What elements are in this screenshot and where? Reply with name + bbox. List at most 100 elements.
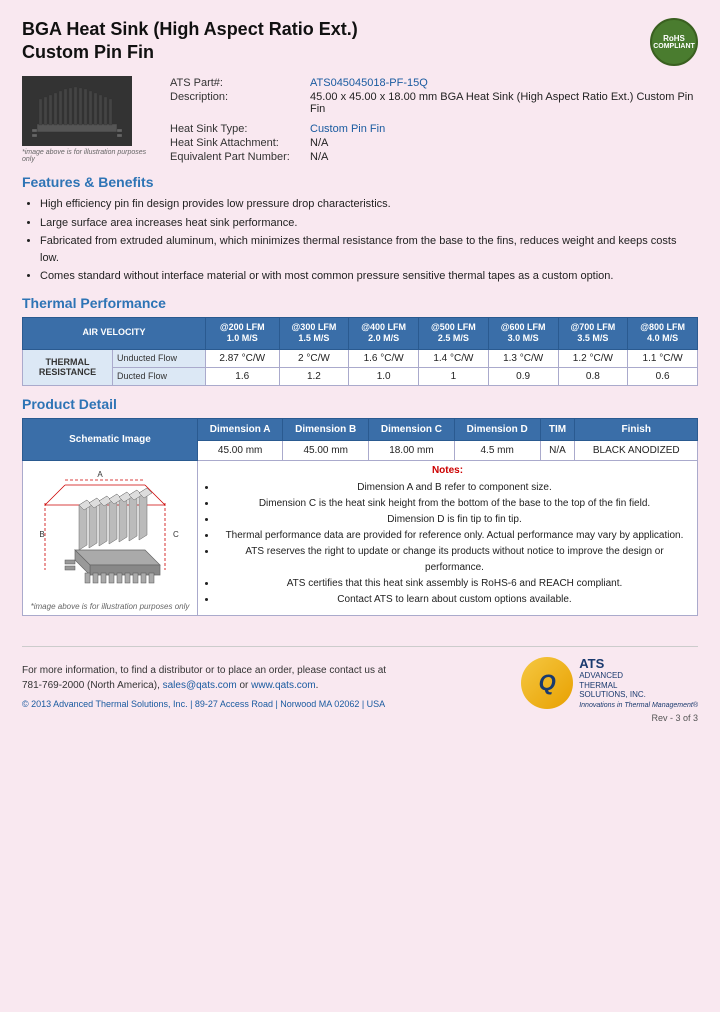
ats-tagline: Innovations in Thermal Management®: [579, 702, 698, 709]
page-number: Rev - 3 of 3: [22, 713, 698, 723]
attachment-value: N/A: [306, 136, 698, 150]
title-line2: Custom Pin Fin: [22, 42, 154, 62]
schematic-image-cell: A B C: [23, 460, 198, 615]
email-link[interactable]: sales@qats.com: [163, 680, 237, 691]
col6-header: @700 LFM3.5 M/S: [558, 317, 628, 349]
description-value: 45.00 x 45.00 x 18.00 mm BGA Heat Sink (…: [306, 90, 698, 116]
unducted-val6: 1.2 °C/W: [558, 349, 628, 367]
dim-d-header: Dimension D: [454, 418, 540, 440]
ats-logo: Q ATS ADVANCEDTHERMALSOLUTIONS, INC. Inn…: [521, 657, 698, 709]
note-item: Contact ATS to learn about custom option…: [217, 592, 692, 608]
attachment-label: Heat Sink Attachment:: [166, 136, 306, 150]
product-image-box: *image above is for illustration purpose…: [22, 76, 152, 164]
product-image: [22, 76, 132, 146]
product-details: ATS Part#: ATS045045018-PF-15Q Descripti…: [166, 76, 698, 164]
ats-logo-circle: Q: [521, 657, 573, 709]
col1-header: @200 LFM1.0 M/S: [205, 317, 279, 349]
product-title: BGA Heat Sink (High Aspect Ratio Ext.) C…: [22, 18, 358, 65]
features-title: Features & Benefits: [22, 174, 698, 190]
ducted-val5: 0.9: [488, 367, 558, 385]
footer-section: For more information, to find a distribu…: [22, 657, 698, 709]
unducted-val1: 2.87 °C/W: [205, 349, 279, 367]
ducted-label: Ducted Flow: [113, 367, 206, 385]
ducted-val2: 1.2: [279, 367, 349, 385]
col2-header: @300 LFM1.5 M/S: [279, 317, 349, 349]
finish-header: Finish: [575, 418, 698, 440]
dim-a-header: Dimension A: [198, 418, 283, 440]
finish-value: BLACK ANODIZED: [575, 440, 698, 460]
note-item: Dimension D is fin tip to fin tip.: [217, 512, 692, 528]
thermal-resistance-label: THERMAL RESISTANCE: [23, 349, 113, 385]
heat-sink-type-label: Heat Sink Type:: [166, 122, 306, 136]
svg-text:A: A: [97, 470, 103, 479]
feature-item: Large surface area increases heat sink p…: [40, 215, 698, 232]
ats-company-name: ATS: [579, 657, 698, 671]
ats-logo-text: ATS ADVANCEDTHERMALSOLUTIONS, INC. Innov…: [579, 657, 698, 709]
unducted-val3: 1.6 °C/W: [349, 349, 419, 367]
feature-item: Comes standard without interface materia…: [40, 268, 698, 285]
notes-list: Dimension A and B refer to component siz…: [217, 480, 692, 608]
tim-header: TIM: [540, 418, 575, 440]
part-number: ATS045045018-PF-15Q: [306, 76, 698, 90]
note-item: Dimension C is the heat sink height from…: [217, 496, 692, 512]
unducted-label: Unducted Flow: [113, 349, 206, 367]
dim-a-value: 45.00 mm: [198, 440, 283, 460]
image-caption: *image above is for illustration purpose…: [22, 149, 152, 163]
website-link[interactable]: www.qats.com: [251, 680, 315, 691]
schematic-col-header: Schematic Image: [23, 418, 198, 460]
ducted-val1: 1.6: [205, 367, 279, 385]
product-info-section: *image above is for illustration purpose…: [22, 76, 698, 164]
description-label: Description:: [166, 90, 306, 116]
schematic-caption: *image above is for illustration purpose…: [28, 602, 192, 611]
thermal-performance-title: Thermal Performance: [22, 295, 698, 311]
part-label: ATS Part#:: [166, 76, 306, 90]
dim-d-value: 4.5 mm: [454, 440, 540, 460]
footer-contact-text: For more information, to find a distribu…: [22, 663, 386, 693]
svg-text:B: B: [39, 530, 44, 539]
notes-cell: Notes: Dimension A and B refer to compon…: [198, 460, 698, 615]
equiv-part-value: N/A: [306, 150, 698, 164]
ats-company-full: ADVANCEDTHERMALSOLUTIONS, INC.: [579, 671, 698, 700]
col7-header: @800 LFM4.0 M/S: [628, 317, 698, 349]
ducted-val7: 0.6: [628, 367, 698, 385]
note-item: ATS reserves the right to update or chan…: [217, 544, 692, 576]
dim-c-value: 18.00 mm: [369, 440, 455, 460]
svg-text:C: C: [173, 530, 179, 539]
product-detail-dimensions-table: Schematic Image Dimension A Dimension B …: [22, 418, 698, 616]
page-header: BGA Heat Sink (High Aspect Ratio Ext.) C…: [22, 18, 698, 66]
col5-header: @600 LFM3.0 M/S: [488, 317, 558, 349]
dim-b-header: Dimension B: [283, 418, 369, 440]
footer-divider: [22, 646, 698, 647]
title-line1: BGA Heat Sink (High Aspect Ratio Ext.): [22, 19, 358, 39]
footer-copyright: © 2013 Advanced Thermal Solutions, Inc. …: [22, 699, 386, 709]
footer-or: or: [239, 680, 251, 691]
product-detail-title: Product Detail: [22, 396, 698, 412]
dim-b-value: 45.00 mm: [283, 440, 369, 460]
unducted-val7: 1.1 °C/W: [628, 349, 698, 367]
phone-number: 781-769-2000 (North America),: [22, 680, 163, 691]
footer-contact-block: For more information, to find a distribu…: [22, 663, 386, 709]
equiv-part-label: Equivalent Part Number:: [166, 150, 306, 164]
tim-value: N/A: [540, 440, 575, 460]
notes-title: Notes:: [203, 465, 692, 476]
feature-item: Fabricated from extruded aluminum, which…: [40, 233, 698, 266]
thermal-performance-table: AIR VELOCITY @200 LFM1.0 M/S @300 LFM1.5…: [22, 317, 698, 386]
feature-item: High efficiency pin fin design provides …: [40, 196, 698, 213]
col3-header: @400 LFM2.0 M/S: [349, 317, 419, 349]
rohs-badge: RoHS COMPLIANT: [650, 18, 698, 66]
unducted-val4: 1.4 °C/W: [419, 349, 489, 367]
unducted-val5: 1.3 °C/W: [488, 349, 558, 367]
unducted-val2: 2 °C/W: [279, 349, 349, 367]
col4-header: @500 LFM2.5 M/S: [419, 317, 489, 349]
dim-c-header: Dimension C: [369, 418, 455, 440]
ducted-val6: 0.8: [558, 367, 628, 385]
ducted-val4: 1: [419, 367, 489, 385]
heat-sink-type-value: Custom Pin Fin: [306, 122, 698, 136]
note-item: Thermal performance data are provided fo…: [217, 528, 692, 544]
product-detail-info: ATS Part#: ATS045045018-PF-15Q Descripti…: [166, 76, 698, 164]
ducted-val3: 1.0: [349, 367, 419, 385]
note-item: Dimension A and B refer to component siz…: [217, 480, 692, 496]
air-velocity-header: AIR VELOCITY: [23, 317, 206, 349]
features-list: High efficiency pin fin design provides …: [40, 196, 698, 285]
note-item: ATS certifies that this heat sink assemb…: [217, 576, 692, 592]
